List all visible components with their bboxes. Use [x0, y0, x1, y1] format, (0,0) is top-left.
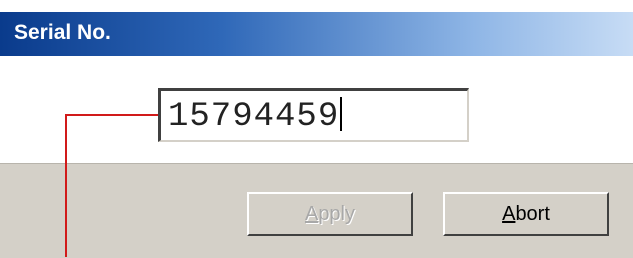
abort-button[interactable]: Abort — [443, 192, 609, 236]
apply-button[interactable]: Apply — [247, 192, 413, 236]
abort-button-label: Abort — [502, 202, 550, 225]
dialog-title: Serial No. — [14, 21, 111, 44]
serial-number-value: 15794459 — [168, 98, 340, 136]
apply-button-label: Apply — [304, 202, 356, 225]
text-caret — [340, 97, 343, 131]
serial-number-input[interactable]: 15794459 — [158, 88, 469, 142]
dialog-title-bar[interactable]: Serial No. — [0, 12, 633, 56]
